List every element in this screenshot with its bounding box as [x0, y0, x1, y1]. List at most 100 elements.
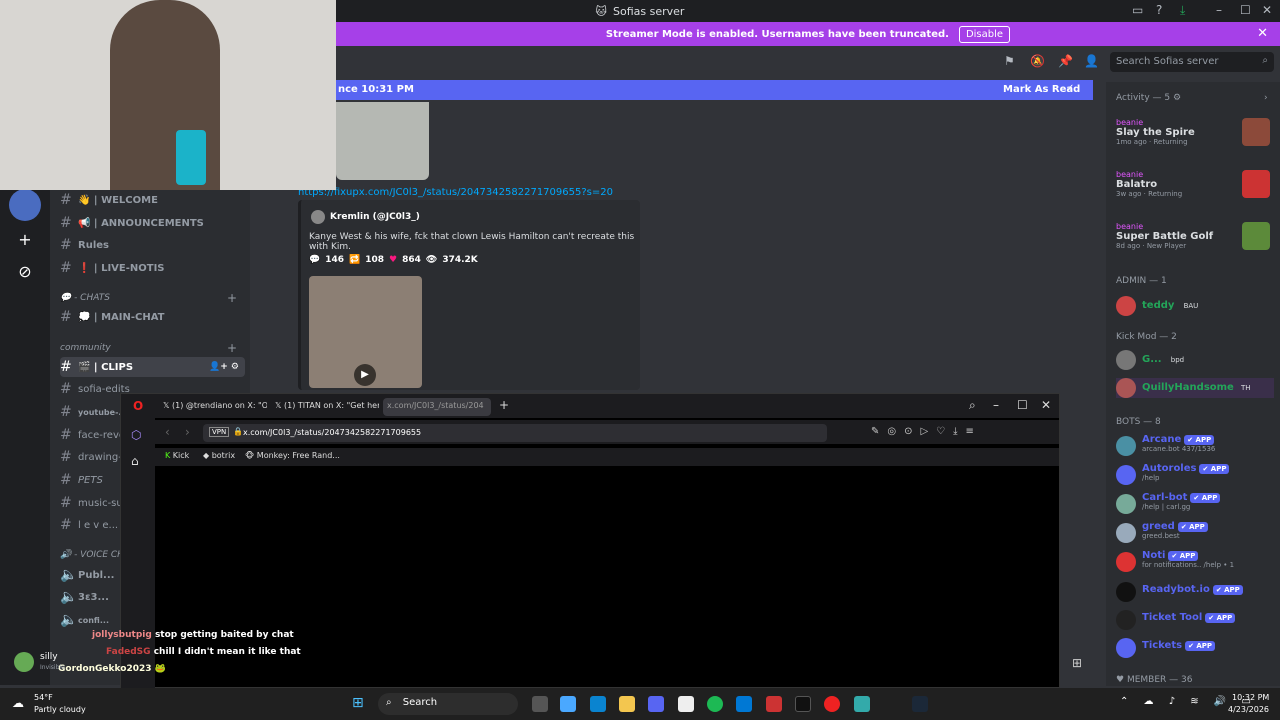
bot-carl[interactable]: Carl-bot ✔ APP/help | carl.gg: [1116, 492, 1276, 514]
channel-welcome[interactable]: # 👋 | WELCOME: [60, 190, 245, 210]
vpn-badge[interactable]: VPN: [209, 427, 230, 437]
bot-readybot[interactable]: Readybot.io ✔ APP: [1116, 582, 1276, 602]
channel-live-notis[interactable]: # ❗ | LIVE-NOTIS: [60, 258, 245, 278]
bot-noti[interactable]: Noti ✔ APP for notifications.. /help • 1: [1116, 550, 1276, 572]
new-tab-icon[interactable]: +: [499, 398, 509, 412]
avatar: [1116, 582, 1136, 602]
clock-date[interactable]: 4/23/2026: [1228, 705, 1269, 714]
bookmarks-bar: K Kick ◆ botrix 🐵 Monkey: Free Rand...: [155, 448, 1059, 466]
avatar: [1116, 436, 1136, 456]
add-channel-icon[interactable]: +: [227, 291, 237, 305]
repost-count: 108: [365, 255, 385, 265]
inbox-icon[interactable]: ▭: [1132, 3, 1143, 17]
browser-tab-active[interactable]: x.com/JC0l3_/status/204: [383, 398, 491, 416]
opera-icon[interactable]: [824, 696, 840, 712]
activity-header: Activity — 5 ⚙ ›: [1116, 93, 1268, 103]
new-messages-bar[interactable]: nce 10:31 PM Mark As Read ✓: [336, 80, 1093, 100]
tab-search-icon[interactable]: ⌕: [969, 398, 976, 413]
forward-icon[interactable]: ›: [185, 425, 190, 439]
message-image[interactable]: [336, 102, 429, 180]
channel-announcements[interactable]: # 📢 | ANNOUNCEMENTS: [60, 213, 245, 233]
help-icon[interactable]: ?: [1156, 3, 1162, 17]
category-chats[interactable]: 💬 - CHATS +: [60, 288, 245, 308]
close-window-button[interactable]: ✕: [1262, 3, 1272, 17]
browser-tab[interactable]: 𝕏 (1) TITAN on X: "Get her i: [271, 398, 379, 416]
member-header: ♥ MEMBER — 36: [1116, 675, 1193, 685]
bot-autoroles[interactable]: Autoroles ✔ APP/help: [1116, 463, 1276, 485]
member-name: Autoroles: [1142, 463, 1197, 474]
add-server-icon[interactable]: +: [9, 223, 41, 255]
mute-icon[interactable]: 🔕: [1030, 54, 1045, 68]
weather-desc[interactable]: Partly cloudy: [34, 705, 86, 714]
embed-author[interactable]: Kremlin (@JC0l3_): [330, 212, 420, 222]
member-name: greed: [1142, 521, 1175, 532]
weather-temp[interactable]: 54°F: [34, 693, 53, 702]
group-label: BOTS — 8: [1116, 417, 1161, 427]
explorer-icon[interactable]: [619, 696, 635, 712]
video-thumbnail[interactable]: ▶: [309, 276, 422, 388]
category-community[interactable]: community +: [60, 338, 245, 358]
tiktok-icon[interactable]: [795, 696, 811, 712]
app-icon[interactable]: [854, 696, 870, 712]
bot-ticket-tool[interactable]: Ticket Tool ✔ APP: [1116, 610, 1276, 630]
minimize-button[interactable]: –: [1216, 3, 1222, 17]
aria-icon[interactable]: ⬡: [131, 428, 141, 442]
back-icon[interactable]: ‹: [165, 425, 170, 439]
store-icon[interactable]: [678, 696, 694, 712]
member-status: greed.best: [1142, 532, 1180, 540]
spotify-icon[interactable]: [707, 696, 723, 712]
app-badge: ✔ APP: [1190, 493, 1221, 503]
channel-main-chat[interactable]: # 💭 | MAIN-CHAT: [60, 307, 245, 327]
member-g[interactable]: G... bpd: [1116, 350, 1276, 370]
browser-toolbar-icons[interactable]: ✎◎⊙▷♡⤓≡: [871, 426, 982, 437]
download-icon[interactable]: ⤓: [1180, 3, 1185, 18]
channel-rules[interactable]: # Rules: [60, 235, 245, 255]
bookmark-botrix[interactable]: ◆ botrix: [203, 451, 235, 460]
threads-icon[interactable]: ⚑: [1004, 54, 1015, 68]
browser-maximize-button[interactable]: ☐: [1017, 398, 1028, 412]
pin-icon[interactable]: 📌: [1058, 54, 1073, 68]
discord-icon[interactable]: [648, 696, 664, 712]
obs-icon[interactable]: [766, 696, 782, 712]
taskview-icon[interactable]: [532, 696, 548, 712]
play-icon[interactable]: ▶: [354, 364, 376, 386]
close-banner-icon[interactable]: ✕: [1257, 26, 1268, 41]
bot-tickets[interactable]: Tickets ✔ APP: [1116, 638, 1276, 658]
server-avatar[interactable]: [9, 189, 41, 221]
browser-tab[interactable]: 𝕏 (1) @trendiano on X: "OM: [159, 398, 267, 416]
edge-icon[interactable]: [590, 696, 606, 712]
bot-arcane[interactable]: Arcane ✔ APP arcane.bot 437/1536: [1116, 434, 1276, 456]
grid-icon[interactable]: ⊞: [1072, 656, 1082, 670]
browser-close-button[interactable]: ✕: [1041, 398, 1051, 412]
steam-icon[interactable]: [912, 696, 928, 712]
maximize-button[interactable]: ☐: [1240, 3, 1251, 17]
member-name: Tickets: [1142, 640, 1183, 651]
members-icon[interactable]: 👤: [1084, 54, 1099, 68]
start-icon[interactable]: ⊞: [352, 695, 364, 711]
home-icon[interactable]: ⌂: [131, 454, 139, 468]
member-teddy[interactable]: teddy BAU: [1116, 296, 1276, 316]
channel-clips[interactable]: # 🎬 | CLIPS 👤+ ⚙: [60, 357, 245, 377]
bot-greed[interactable]: greed ✔ APP greed.best: [1116, 521, 1276, 543]
activity-item[interactable]: beanie Super Battle Golf 8d ago · New Pl…: [1116, 222, 1276, 250]
add-channel-icon[interactable]: +: [227, 341, 237, 355]
emote-icon: 🐸: [154, 664, 166, 674]
settings-icon[interactable]: 👤+ ⚙: [209, 362, 239, 372]
browser-minimize-button[interactable]: –: [993, 398, 999, 412]
member-quillyhandsome[interactable]: QuillyHandsome TH: [1116, 378, 1274, 398]
disable-streamer-button[interactable]: Disable: [958, 25, 1011, 43]
bookmark-kick[interactable]: K Kick: [165, 451, 189, 460]
discover-icon[interactable]: ⊘: [9, 255, 41, 287]
copilot-icon[interactable]: [560, 696, 576, 712]
address-input[interactable]: VPN 🔒 x.com/JC0l3_/status/20473425822717…: [203, 424, 827, 442]
admin-header: ADMIN — 1: [1116, 276, 1167, 286]
bookmark-monkey[interactable]: 🐵 Monkey: Free Rand...: [245, 451, 340, 460]
mail-icon[interactable]: [736, 696, 752, 712]
clock-time[interactable]: 10:32 PM: [1232, 693, 1269, 702]
activity-item[interactable]: beanie Balatro 3w ago · Returning: [1116, 170, 1276, 198]
taskbar-search[interactable]: ⌕ Search: [378, 693, 518, 715]
activity-item[interactable]: beanie Slay the Spire 1mo ago · Returnin…: [1116, 118, 1276, 146]
message-link[interactable]: https://fixupx.com/JC0l3_/status/2047342…: [298, 187, 613, 198]
chat-text: chill I didn't mean it like that: [153, 647, 301, 657]
search-input[interactable]: Search Sofias server ⌕: [1110, 52, 1274, 72]
